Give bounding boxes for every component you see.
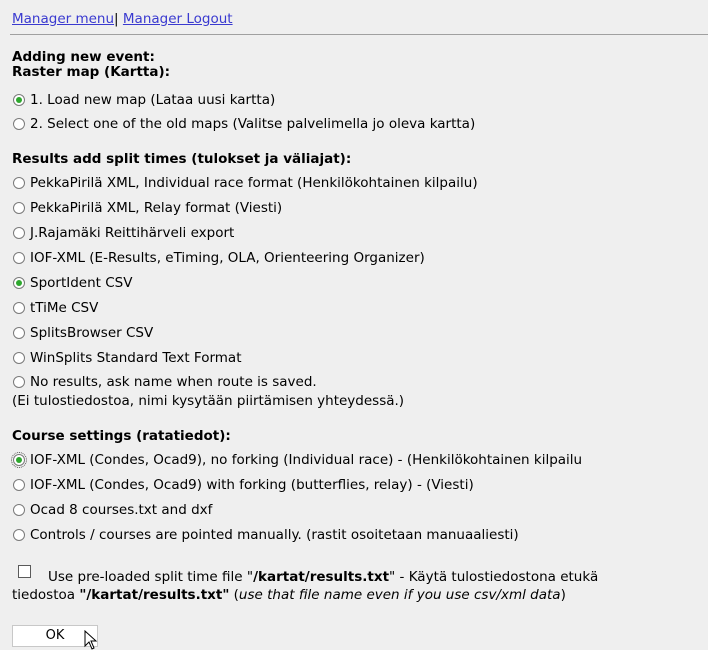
option-label: Controls / courses are pointed manually.…: [30, 527, 519, 543]
radio-button[interactable]: [13, 479, 25, 491]
option-label: SportIdent CSV: [30, 275, 133, 291]
preload-line-2: tiedostoa "/kartat/results.txt" (use tha…: [12, 587, 566, 603]
option-label: SplitsBrowser CSV: [30, 325, 154, 341]
results-option-splitsbrowser[interactable]: SplitsBrowser CSV: [13, 325, 153, 341]
option-label: WinSplits Standard Text Format: [30, 350, 242, 366]
radio-button[interactable]: [13, 202, 25, 214]
manager-menu-link[interactable]: Manager menu: [12, 11, 114, 27]
radio-button[interactable]: [13, 277, 25, 289]
radio-button[interactable]: [13, 504, 25, 516]
results-option-ttime[interactable]: tTiMe CSV: [13, 300, 98, 316]
option-label: Ocad 8 courses.txt and dxf: [30, 502, 213, 518]
radio-button[interactable]: [13, 94, 25, 106]
preload-text-fi: " - Käytä tulostiedostona etukä: [389, 569, 599, 585]
radio-button[interactable]: [13, 118, 25, 130]
results-heading: Results add split times (tulokset ja väl…: [12, 151, 352, 167]
course-settings-heading: Course settings (ratatiedot):: [12, 428, 231, 444]
radio-button[interactable]: [11, 452, 27, 468]
radio-button[interactable]: [13, 327, 25, 339]
radio-button[interactable]: [13, 177, 25, 189]
preload-paren-close: ): [560, 587, 566, 603]
results-option-pekka-individual[interactable]: PekkaPirilä XML, Individual race format …: [13, 175, 478, 191]
option-label: IOF-XML (E-Results, eTiming, OLA, Orient…: [30, 250, 425, 266]
results-option-no-results[interactable]: No results, ask name when route is saved…: [13, 374, 317, 390]
course-option-iof-forking[interactable]: IOF-XML (Condes, Ocad9) with forking (bu…: [13, 477, 474, 493]
results-option-pekka-relay[interactable]: PekkaPirilä XML, Relay format (Viesti): [13, 200, 282, 216]
radio-button[interactable]: [13, 376, 25, 388]
course-option-ocad8[interactable]: Ocad 8 courses.txt and dxf: [13, 502, 212, 518]
option-label: PekkaPirilä XML, Individual race format …: [30, 175, 478, 191]
results-option-iof-xml[interactable]: IOF-XML (E-Results, eTiming, OLA, Orient…: [13, 250, 425, 266]
results-option-winsplits[interactable]: WinSplits Standard Text Format: [13, 350, 242, 366]
option-label: PekkaPirilä XML, Relay format (Viesti): [30, 200, 283, 216]
top-nav: Manager menu| Manager Logout: [12, 11, 233, 27]
preload-text-fi-cont: tiedostoa: [12, 587, 80, 603]
preload-paren-open: (: [229, 587, 239, 603]
preloaded-file-checkbox[interactable]: [18, 565, 31, 578]
no-results-note: (Ei tulostiedostoa, nimi kysytään piirtä…: [12, 393, 405, 409]
option-label: No results, ask name when route is saved…: [30, 374, 317, 390]
radio-button[interactable]: [13, 227, 25, 239]
mouse-cursor-icon: [84, 630, 98, 650]
radio-button[interactable]: [13, 529, 25, 541]
preload-filename: /kartat/results.txt: [253, 569, 390, 585]
divider: [10, 34, 708, 35]
radio-button[interactable]: [13, 302, 25, 314]
preload-filename-2: "/kartat/results.txt": [79, 587, 230, 603]
option-label: 2. Select one of the old maps (Valitse p…: [30, 116, 476, 132]
option-label: tTiMe CSV: [30, 300, 99, 316]
radio-button[interactable]: [13, 352, 25, 364]
map-option-load-new[interactable]: 1. Load new map (Lataa uusi kartta): [13, 92, 275, 108]
manager-logout-link[interactable]: Manager Logout: [123, 11, 233, 27]
nav-separator: |: [114, 11, 119, 27]
adding-heading: Adding new event:: [12, 49, 155, 65]
preload-line-1: Use pre-loaded split time file "/kartat/…: [48, 569, 598, 585]
results-option-rajamaki[interactable]: J.Rajamäki Reittihärveli export: [13, 225, 234, 241]
option-label: IOF-XML (Condes, Ocad9), no forking (Ind…: [30, 452, 583, 468]
option-label: 1. Load new map (Lataa uusi kartta): [30, 92, 276, 108]
course-option-iof-no-forking[interactable]: IOF-XML (Condes, Ocad9), no forking (Ind…: [11, 452, 583, 468]
raster-map-heading: Raster map (Kartta):: [12, 64, 171, 80]
option-label: IOF-XML (Condes, Ocad9) with forking (bu…: [30, 477, 474, 493]
course-option-manual[interactable]: Controls / courses are pointed manually.…: [13, 527, 519, 543]
preload-note: use that file name even if you use csv/x…: [238, 587, 561, 603]
radio-button[interactable]: [13, 252, 25, 264]
preload-text: Use pre-loaded split time file ": [48, 569, 254, 585]
results-option-sportident[interactable]: SportIdent CSV: [13, 275, 132, 291]
option-label: J.Rajamäki Reittihärveli export: [30, 225, 235, 241]
map-option-select-old[interactable]: 2. Select one of the old maps (Valitse p…: [13, 116, 475, 132]
